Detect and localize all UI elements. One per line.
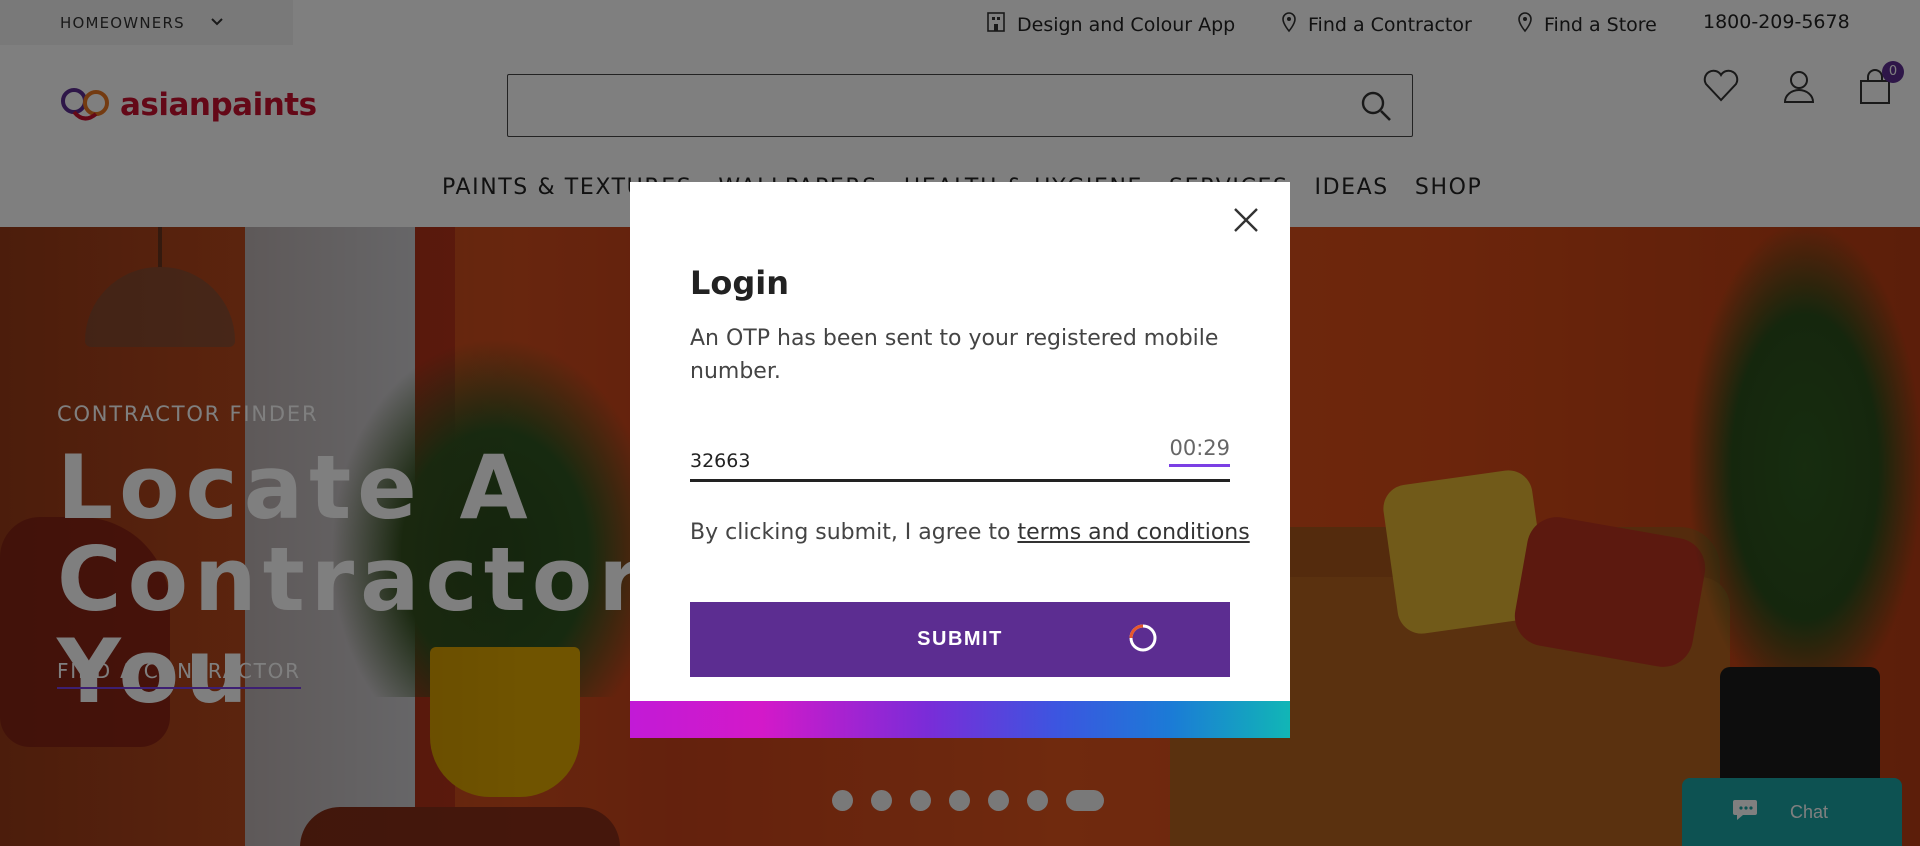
otp-sent-message: An OTP has been sent to your registered … [690, 326, 1219, 384]
modal-decorative-band [630, 701, 1290, 738]
otp-input[interactable] [690, 444, 1110, 478]
otp-field: 00:29 [690, 422, 1230, 482]
terms-prefix: By clicking submit, I agree to [690, 520, 1018, 545]
close-icon[interactable] [1230, 204, 1262, 236]
login-modal: Login An OTP has been sent to your regis… [630, 182, 1290, 738]
modal-title: Login [690, 264, 790, 302]
terms-link[interactable]: terms and conditions [1017, 520, 1249, 545]
otp-timer: 00:29 [1169, 436, 1230, 467]
terms-text: By clicking submit, I agree to terms and… [690, 520, 1250, 545]
spinner-icon [1127, 622, 1159, 654]
